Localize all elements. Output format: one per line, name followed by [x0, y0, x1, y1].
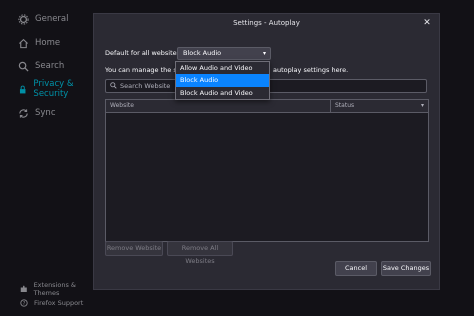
dialog-title: Settings - Autoplay — [233, 19, 300, 27]
manage-description: You can manage the site autoplay setting… — [105, 66, 348, 74]
table-header: Website Status ▾ — [106, 100, 428, 113]
close-icon[interactable]: ✕ — [421, 17, 433, 29]
sort-icon: ▾ — [420, 102, 424, 109]
remove-all-websites-button[interactable]: Remove All Websites — [167, 241, 233, 265]
search-icon — [110, 82, 117, 89]
default-autoplay-select[interactable]: Block Audio ▾ — [177, 47, 271, 60]
menu-item-block-audio[interactable]: Block Audio — [176, 74, 269, 87]
cancel-button[interactable]: Cancel — [335, 261, 377, 276]
default-label: Default for all websites: — [105, 49, 183, 57]
search-placeholder: Search Website — [120, 82, 171, 90]
column-header-status[interactable]: Status — [335, 100, 354, 112]
menu-item-allow-audio-video[interactable]: Allow Audio and Video — [176, 62, 269, 74]
websites-table[interactable]: Website Status ▾ — [105, 99, 429, 242]
select-value: Block Audio — [183, 49, 222, 57]
column-divider — [330, 100, 331, 112]
autoplay-options-menu: Allow Audio and Video Block Audio Block … — [175, 61, 270, 100]
save-changes-button[interactable]: Save Changes — [381, 261, 431, 276]
menu-item-block-audio-video[interactable]: Block Audio and Video — [176, 87, 269, 99]
manage-text-end: autoplay settings here. — [273, 66, 349, 74]
chevron-down-icon: ▾ — [262, 50, 266, 57]
remove-website-button[interactable]: Remove Website — [105, 241, 163, 256]
autoplay-dialog: Settings - Autoplay ✕ Default for all we… — [93, 13, 440, 290]
column-header-website[interactable]: Website — [110, 100, 134, 112]
manage-text-start: You can manage the site — [105, 66, 186, 74]
